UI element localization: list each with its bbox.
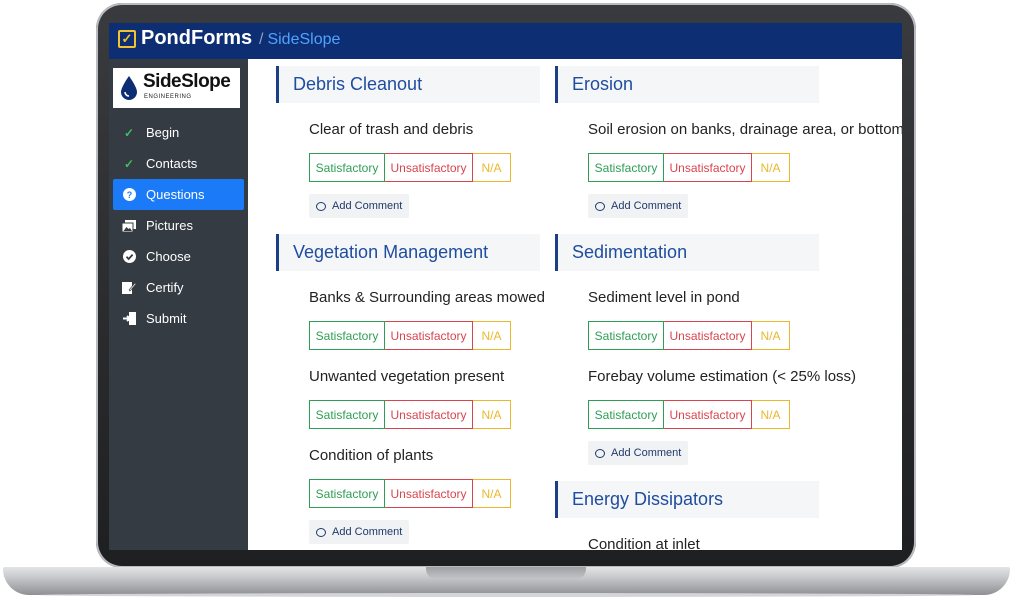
sidebar-item-questions[interactable]: ? Questions: [113, 179, 244, 210]
sidebar-item-label: Choose: [146, 249, 191, 264]
na-button[interactable]: N/A: [473, 153, 511, 182]
sidebar-item-pictures[interactable]: Pictures: [113, 210, 244, 241]
satisfactory-button[interactable]: Satisfactory: [588, 400, 664, 429]
add-comment-button[interactable]: Add Comment: [309, 194, 410, 218]
comment-icon: [595, 201, 605, 211]
rating-group: Satisfactory Unsatisfactory N/A: [309, 479, 540, 508]
question-text: Forebay volume estimation (< 25% loss): [588, 368, 857, 385]
question-text: Condition at inlet: [588, 536, 700, 550]
satisfactory-button[interactable]: Satisfactory: [309, 153, 385, 182]
satisfactory-button[interactable]: Satisfactory: [309, 400, 385, 429]
section-title-debris: Debris Cleanout: [276, 66, 540, 103]
na-button[interactable]: N/A: [473, 321, 511, 350]
logo-subtext: ENGINEERING: [144, 94, 192, 100]
sidebar-item-certify[interactable]: Certify: [113, 272, 244, 303]
left-column: Debris Cleanout Clear of trash and debri…: [276, 66, 545, 544]
unsatisfactory-button[interactable]: Unsatisfactory: [664, 321, 752, 350]
svg-text:?: ?: [126, 190, 132, 200]
water-drop-icon: [121, 76, 137, 100]
question-text: Unwanted vegetation present: [309, 368, 505, 385]
section-title-vegetation: Vegetation Management: [276, 234, 540, 271]
unsatisfactory-button[interactable]: Unsatisfactory: [385, 153, 473, 182]
app-logo-check-icon: ✓: [118, 30, 136, 48]
signature-icon: [122, 281, 136, 295]
breadcrumb-separator: /: [259, 31, 264, 48]
images-icon: [122, 219, 136, 233]
comment-icon: [316, 201, 326, 211]
question-text: Sediment level in pond: [588, 289, 740, 306]
sidebar-item-choose[interactable]: Choose: [113, 241, 244, 272]
na-button[interactable]: N/A: [752, 400, 790, 429]
top-bar: ✓ PondForms / SideSlope: [109, 23, 902, 59]
sidebar-item-label: Pictures: [146, 218, 193, 233]
rating-group: Satisfactory Unsatisfactory N/A: [309, 400, 540, 429]
logo-text: SideSlope: [143, 71, 231, 92]
satisfactory-button[interactable]: Satisfactory: [309, 321, 385, 350]
app-screen: ✓ PondForms / SideSlope SideSlope ENGINEE…: [109, 23, 902, 550]
sidebar-item-label: Begin: [146, 125, 180, 140]
sidebar-item-contacts[interactable]: ✓ Contacts: [113, 148, 244, 179]
add-comment-button[interactable]: Add Comment: [588, 441, 689, 465]
sidebar-nav: ✓ Begin ✓ Contacts ? Questions Pictures: [113, 117, 244, 334]
company-logo: SideSlope ENGINEERING: [113, 68, 240, 108]
section-title-energy: Energy Dissipators: [555, 481, 819, 518]
unsatisfactory-button[interactable]: Unsatisfactory: [664, 400, 752, 429]
section-title-erosion: Erosion: [555, 66, 819, 103]
unsatisfactory-button[interactable]: Unsatisfactory: [385, 479, 473, 508]
comment-icon: [316, 527, 326, 537]
add-comment-button[interactable]: Add Comment: [588, 194, 689, 218]
satisfactory-button[interactable]: Satisfactory: [309, 479, 385, 508]
check-icon: ✓: [123, 156, 135, 171]
add-comment-label: Add Comment: [611, 447, 682, 459]
check-icon: ✓: [123, 125, 135, 140]
rating-group: Satisfactory Unsatisfactory N/A: [588, 153, 819, 182]
check-circle-icon: [122, 250, 136, 264]
na-button[interactable]: N/A: [473, 400, 511, 429]
sidebar-item-label: Questions: [146, 187, 205, 202]
unsatisfactory-button[interactable]: Unsatisfactory: [385, 321, 473, 350]
right-column: Erosion Soil erosion on banks, drainage …: [555, 66, 902, 550]
question-circle-icon: ?: [122, 188, 136, 202]
unsatisfactory-button[interactable]: Unsatisfactory: [385, 400, 473, 429]
sidebar-item-begin[interactable]: ✓ Begin: [113, 117, 244, 148]
add-comment-label: Add Comment: [611, 200, 682, 212]
na-button[interactable]: N/A: [752, 153, 790, 182]
sidebar-item-label: Contacts: [146, 156, 198, 171]
add-comment-label: Add Comment: [332, 526, 403, 538]
sidebar-item-label: Certify: [146, 280, 184, 295]
satisfactory-button[interactable]: Satisfactory: [588, 321, 664, 350]
question-text: Clear of trash and debris: [309, 121, 474, 138]
question-text: Soil erosion on banks, drainage area, or…: [588, 121, 902, 138]
satisfactory-button[interactable]: Satisfactory: [588, 153, 664, 182]
unsatisfactory-button[interactable]: Unsatisfactory: [664, 153, 752, 182]
sidebar-item-label: Submit: [146, 311, 187, 326]
na-button[interactable]: N/A: [473, 479, 511, 508]
questions-content: Debris Cleanout Clear of trash and debri…: [248, 59, 902, 550]
add-comment-label: Add Comment: [332, 200, 403, 212]
breadcrumb-current[interactable]: SideSlope: [267, 31, 340, 48]
rating-group: Satisfactory Unsatisfactory N/A: [588, 400, 819, 429]
comment-icon: [595, 448, 605, 458]
question-text: Condition of plants: [309, 447, 434, 464]
rating-group: Satisfactory Unsatisfactory N/A: [309, 153, 540, 182]
sidebar-item-submit[interactable]: Submit: [113, 303, 244, 334]
section-title-sedimentation: Sedimentation: [555, 234, 819, 271]
app-name[interactable]: PondForms: [141, 27, 252, 50]
na-button[interactable]: N/A: [752, 321, 790, 350]
breadcrumb: / SideSlope: [259, 31, 340, 49]
question-text: Banks & Surrounding areas mowed: [309, 289, 545, 306]
rating-group: Satisfactory Unsatisfactory N/A: [309, 321, 540, 350]
laptop-notch: [426, 567, 586, 579]
sidebar: SideSlope ENGINEERING ✓ Begin ✓ Contacts…: [109, 59, 248, 550]
sign-in-icon: [122, 312, 136, 326]
rating-group: Satisfactory Unsatisfactory N/A: [588, 321, 819, 350]
add-comment-button[interactable]: Add Comment: [309, 520, 410, 544]
laptop-shadow: [40, 593, 973, 597]
